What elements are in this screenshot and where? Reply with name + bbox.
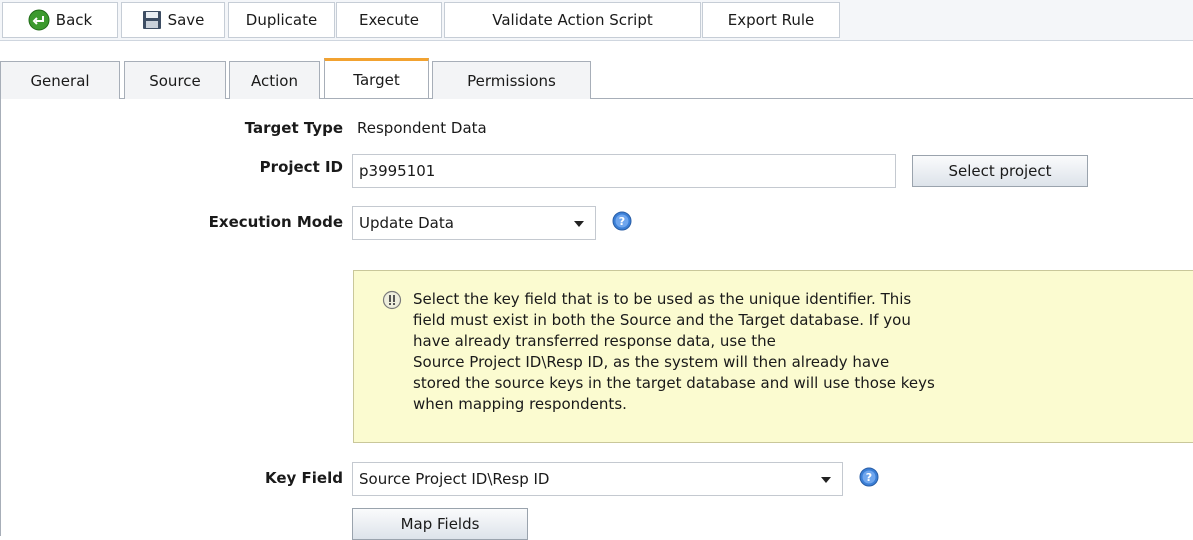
info-icon bbox=[382, 290, 402, 314]
back-button[interactable]: Back bbox=[2, 2, 118, 38]
project-id-input[interactable]: p3995101 bbox=[352, 154, 896, 188]
execute-label: Execute bbox=[359, 11, 419, 29]
info-line: Source Project ID\Resp ID, as the system… bbox=[413, 353, 890, 371]
tab-source[interactable]: Source bbox=[124, 61, 226, 99]
tab-permissions[interactable]: Permissions bbox=[432, 61, 591, 99]
validate-action-script-button[interactable]: Validate Action Script bbox=[444, 2, 701, 38]
tab-target[interactable]: Target bbox=[324, 58, 429, 98]
info-line: when mapping respondents. bbox=[413, 395, 627, 413]
tab-action-label: Action bbox=[251, 71, 298, 90]
tab-general[interactable]: General bbox=[0, 61, 120, 99]
back-arrow-icon bbox=[28, 9, 50, 31]
chevron-down-icon bbox=[573, 214, 585, 232]
execution-mode-value: Update Data bbox=[359, 214, 454, 232]
tab-general-label: General bbox=[30, 71, 90, 90]
key-field-select[interactable]: Source Project ID\Resp ID bbox=[352, 462, 843, 496]
key-field-info-box: Select the key field that is to be used … bbox=[353, 270, 1193, 443]
export-rule-button[interactable]: Export Rule bbox=[702, 2, 840, 38]
key-field-help-icon[interactable]: ? bbox=[859, 467, 879, 487]
execution-mode-help-icon[interactable]: ? bbox=[612, 211, 632, 231]
tab-bar: General Source Action Target Permissions bbox=[0, 58, 1193, 99]
chevron-down-icon bbox=[820, 470, 832, 488]
execute-button[interactable]: Execute bbox=[336, 2, 442, 38]
info-line: field must exist in both the Source and … bbox=[413, 311, 911, 329]
map-fields-button[interactable]: Map Fields bbox=[352, 508, 528, 540]
map-fields-label: Map Fields bbox=[400, 515, 480, 533]
project-id-label: Project ID bbox=[259, 158, 343, 176]
export-label: Export Rule bbox=[727, 11, 815, 29]
svg-text:?: ? bbox=[866, 471, 872, 484]
key-field-value: Source Project ID\Resp ID bbox=[359, 470, 550, 488]
tab-target-label: Target bbox=[353, 70, 400, 89]
info-line: Select the key field that is to be used … bbox=[413, 290, 912, 308]
target-type-value: Respondent Data bbox=[357, 119, 487, 137]
info-text: Select the key field that is to be used … bbox=[413, 289, 1183, 415]
duplicate-button[interactable]: Duplicate bbox=[228, 2, 335, 38]
execution-mode-select[interactable]: Update Data bbox=[352, 206, 596, 240]
info-line: have already transferred response data, … bbox=[413, 332, 776, 350]
toolbar: Back Save Duplicate Execute Validate Act… bbox=[0, 0, 1193, 41]
key-field-label: Key Field bbox=[265, 469, 343, 487]
execution-mode-label: Execution Mode bbox=[208, 213, 343, 231]
validate-label: Validate Action Script bbox=[492, 11, 653, 29]
tab-permissions-label: Permissions bbox=[467, 71, 556, 90]
duplicate-label: Duplicate bbox=[245, 11, 318, 29]
info-line: stored the source keys in the target dat… bbox=[413, 374, 935, 392]
tab-action[interactable]: Action bbox=[229, 61, 320, 99]
floppy-disk-icon bbox=[142, 10, 162, 30]
back-label: Back bbox=[55, 11, 93, 29]
select-project-button[interactable]: Select project bbox=[912, 155, 1088, 187]
svg-text:?: ? bbox=[619, 215, 625, 228]
save-label: Save bbox=[167, 11, 205, 29]
save-button[interactable]: Save bbox=[121, 2, 225, 38]
tab-source-label: Source bbox=[149, 71, 201, 90]
target-type-label: Target Type bbox=[244, 119, 343, 137]
project-id-value: p3995101 bbox=[359, 162, 436, 180]
select-project-label: Select project bbox=[948, 162, 1052, 180]
